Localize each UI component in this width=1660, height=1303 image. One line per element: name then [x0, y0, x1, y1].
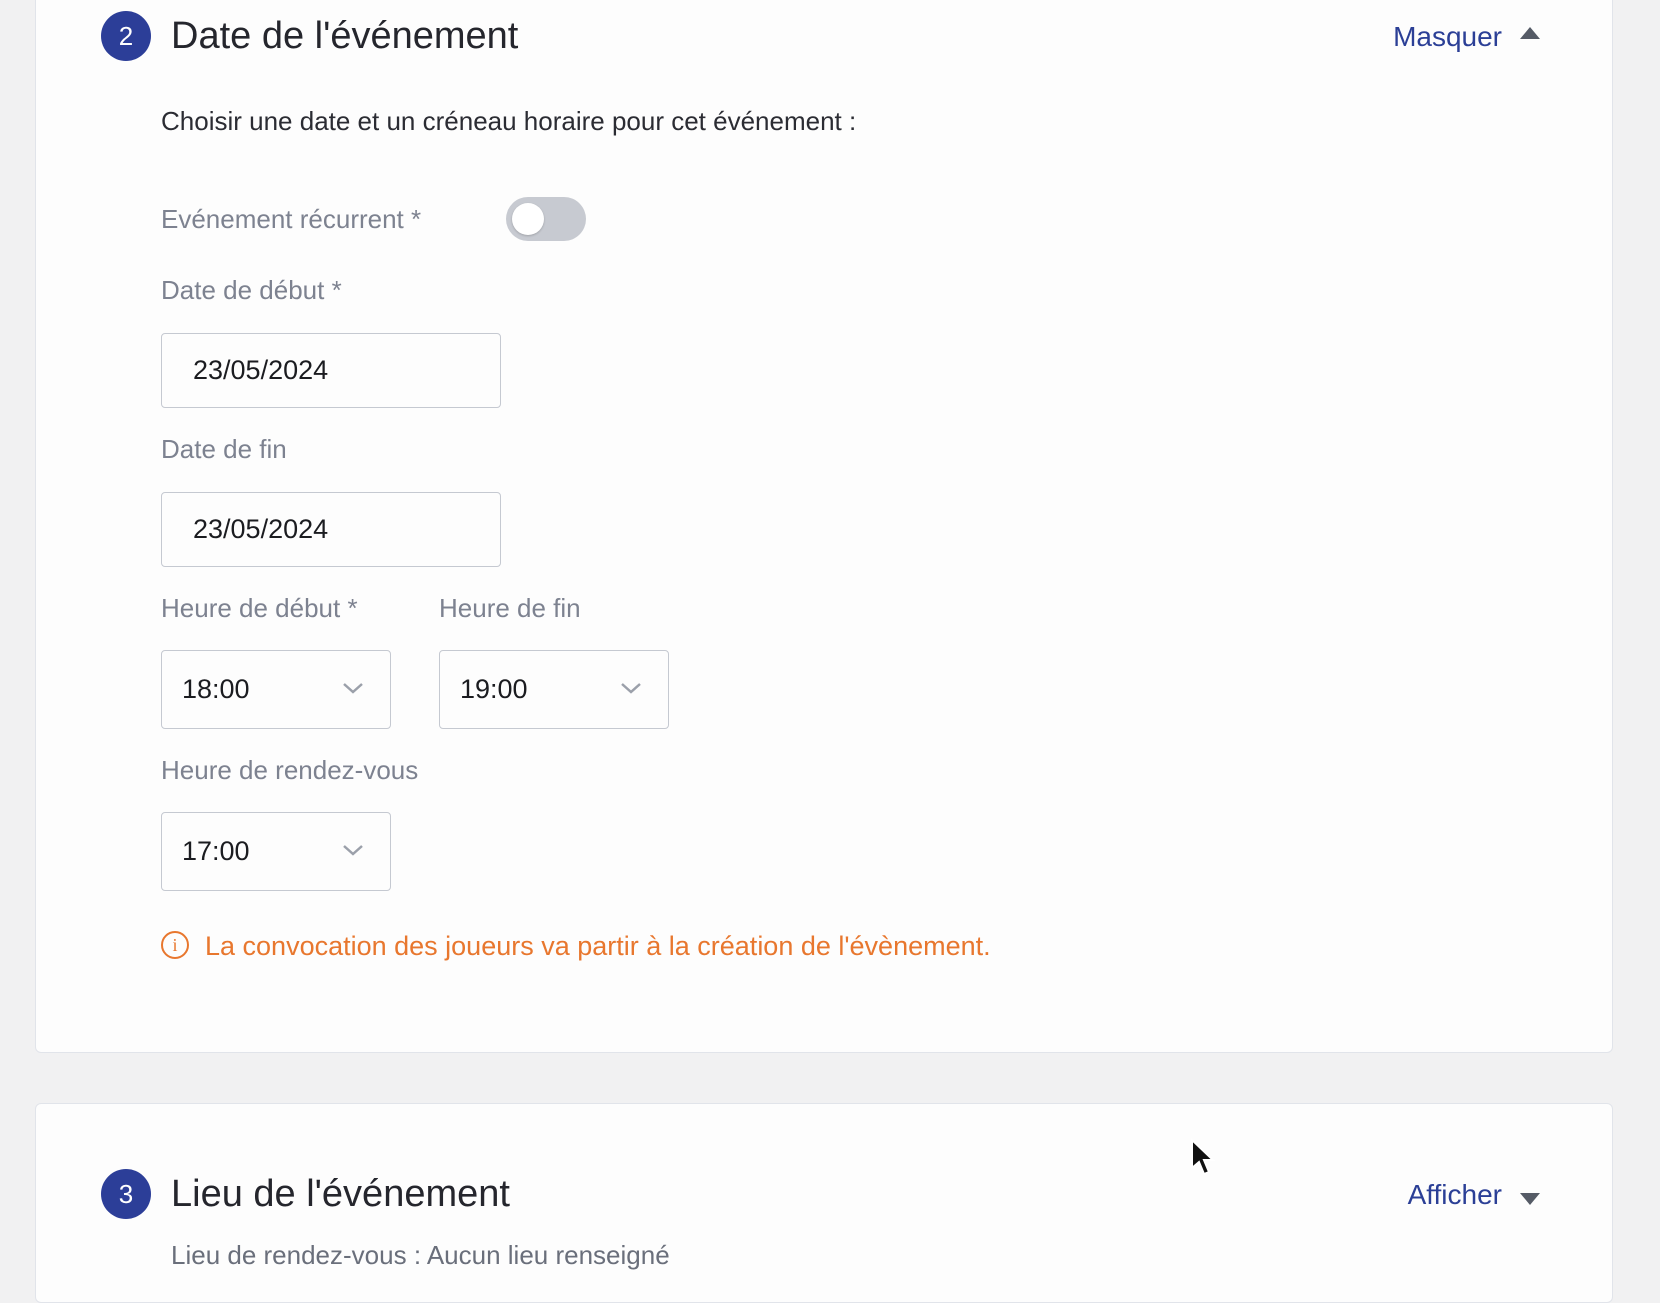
chevron-down-icon [343, 845, 363, 856]
show-section-button[interactable]: Afficher [1408, 1178, 1540, 1212]
recurrent-label: Evénement récurrent * [161, 204, 422, 234]
start-time-select[interactable]: 18:00 [161, 650, 391, 729]
meeting-time-select[interactable]: 17:00 [161, 812, 391, 891]
meeting-time-value: 17:00 [182, 836, 250, 866]
warning-text: La convocation des joueurs va partir à l… [205, 931, 991, 961]
toggle-knob [512, 203, 544, 235]
start-date-input[interactable] [161, 333, 501, 408]
end-time-select[interactable]: 19:00 [439, 650, 669, 729]
end-date-input[interactable] [161, 492, 501, 567]
hide-label: Masquer [1393, 21, 1502, 52]
end-time-value: 19:00 [460, 674, 528, 704]
hide-section-button[interactable]: Masquer [1393, 20, 1540, 54]
start-date-label: Date de début * [161, 275, 342, 305]
chevron-down-icon [621, 683, 641, 694]
intro-text: Choisir une date et un créneau horaire p… [161, 106, 857, 136]
show-label: Afficher [1407, 1179, 1502, 1210]
recurrent-toggle[interactable] [506, 197, 586, 241]
start-time-value: 18:00 [182, 674, 250, 704]
chevron-down-icon [343, 683, 363, 694]
date-section-card: 2 Date de l'événement Masquer Choisir un… [35, 0, 1613, 1053]
caret-down-icon [1520, 1192, 1540, 1205]
mouse-cursor-icon [1191, 1138, 1216, 1176]
start-time-label: Heure de début * [161, 593, 358, 623]
location-summary: Lieu de rendez-vous : Aucun lieu renseig… [171, 1240, 670, 1270]
section-title: Date de l'événement [171, 15, 519, 57]
end-time-label: Heure de fin [439, 593, 581, 623]
meeting-time-label: Heure de rendez-vous [161, 755, 419, 785]
info-icon: i [161, 930, 189, 959]
end-date-label: Date de fin [161, 434, 287, 464]
step-badge: 2 [101, 11, 151, 61]
convocation-warning: i La convocation des joueurs va partir à … [161, 930, 991, 962]
section-title: Lieu de l'événement [171, 1173, 510, 1215]
step-badge: 3 [101, 1169, 151, 1219]
location-section-card: 3 Lieu de l'événement Afficher Lieu de r… [35, 1103, 1613, 1303]
caret-up-icon [1520, 26, 1540, 39]
